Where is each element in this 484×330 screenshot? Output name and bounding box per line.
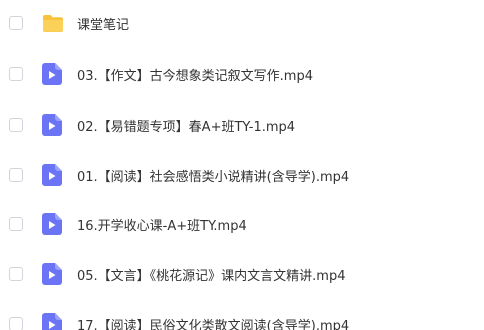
file-name: 02.【易错题专项】春A+班TY-1.mp4: [77, 119, 296, 135]
list-item[interactable]: 01.【阅读】社会感悟类小说精讲(含导学).mp4: [0, 155, 484, 195]
list-item[interactable]: 02.【易错题专项】春A+班TY-1.mp4: [0, 105, 484, 145]
checkbox[interactable]: [9, 317, 23, 330]
video-file-icon: [42, 114, 62, 140]
checkbox[interactable]: [9, 16, 23, 30]
file-name: 01.【阅读】社会感悟类小说精讲(含导学).mp4: [77, 169, 350, 185]
list-item[interactable]: 课堂笔记: [0, 3, 484, 43]
checkbox[interactable]: [9, 217, 23, 231]
checkbox[interactable]: [9, 67, 23, 81]
video-file-icon: [42, 164, 62, 190]
file-name: 05.【文言】《桃花源记》课内文言文精讲.mp4: [77, 268, 346, 284]
file-name: 03.【作文】古今想象类记叙文写作.mp4: [77, 68, 313, 84]
video-file-icon: [42, 263, 62, 289]
checkbox[interactable]: [9, 118, 23, 132]
file-name: 课堂笔记: [77, 17, 130, 33]
file-list: 课堂笔记 03.【作文】古今想象类记叙文写作.mp4 02.【易错题专项】春A+…: [0, 0, 484, 330]
list-item[interactable]: 05.【文言】《桃花源记》课内文言文精讲.mp4: [0, 254, 484, 294]
file-name: 16.开学收心课-A+班TY.mp4: [77, 218, 247, 234]
list-item[interactable]: 03.【作文】古今想象类记叙文写作.mp4: [0, 54, 484, 94]
folder-icon: [42, 14, 64, 36]
list-item[interactable]: 17.【阅读】民俗文化类散文阅读(含导学).mp4: [0, 304, 484, 330]
video-file-icon: [42, 63, 62, 89]
video-file-icon: [42, 313, 62, 330]
file-name: 17.【阅读】民俗文化类散文阅读(含导学).mp4: [77, 318, 350, 330]
checkbox[interactable]: [9, 168, 23, 182]
list-item[interactable]: 16.开学收心课-A+班TY.mp4: [0, 204, 484, 244]
video-file-icon: [42, 213, 62, 239]
checkbox[interactable]: [9, 267, 23, 281]
